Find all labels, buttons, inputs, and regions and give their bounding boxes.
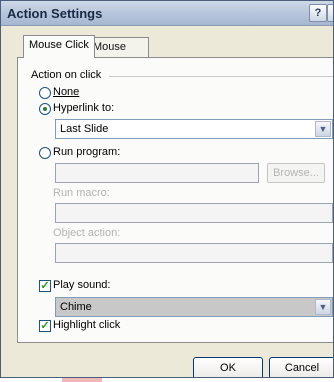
run-program-radio[interactable]: [39, 147, 51, 159]
hyperlink-radio[interactable]: [39, 103, 51, 115]
sound-select[interactable]: Chime ▼: [55, 297, 333, 317]
title-bar[interactable]: Action Settings ? ×: [1, 1, 333, 26]
run-macro-label: Run macro:: [53, 187, 110, 199]
close-icon[interactable]: ×: [327, 4, 333, 22]
cancel-button[interactable]: Cancel: [269, 357, 333, 377]
tab-mouse-over[interactable]: Mouse Over: [87, 37, 149, 71]
browse-button[interactable]: Browse...: [267, 163, 325, 183]
run-program-label[interactable]: Run program:: [53, 146, 120, 158]
play-sound-checkbox[interactable]: ✓: [39, 280, 51, 292]
window-title: Action Settings: [7, 6, 103, 21]
run-macro-select[interactable]: [55, 203, 333, 223]
action-group-label: Action on click: [31, 69, 105, 81]
ok-button[interactable]: OK: [193, 357, 263, 377]
object-action-select[interactable]: [55, 243, 333, 263]
help-icon[interactable]: ?: [309, 4, 327, 22]
run-program-field[interactable]: [55, 163, 259, 183]
tab-mouse-click[interactable]: Mouse Click: [23, 35, 95, 58]
play-sound-label[interactable]: Play sound:: [53, 279, 110, 291]
object-action-label: Object action:: [53, 227, 121, 239]
action-settings-dialog: Action Settings ? × Mouse Click Mouse Ov…: [0, 0, 334, 378]
group-divider: [109, 76, 333, 77]
hyperlink-select[interactable]: Last Slide ▼: [55, 119, 333, 139]
chevron-down-icon[interactable]: ▼: [315, 121, 331, 137]
highlight-click-label[interactable]: Highlight click: [53, 319, 120, 331]
hyperlink-label[interactable]: Hyperlink to:: [53, 102, 114, 114]
hyperlink-value: Last Slide: [60, 123, 109, 135]
chevron-down-icon[interactable]: ▼: [315, 299, 331, 315]
none-radio[interactable]: [39, 87, 51, 99]
highlight-click-checkbox[interactable]: ✓: [39, 320, 51, 332]
sound-value: Chime: [60, 301, 92, 313]
none-label[interactable]: None: [53, 86, 79, 98]
